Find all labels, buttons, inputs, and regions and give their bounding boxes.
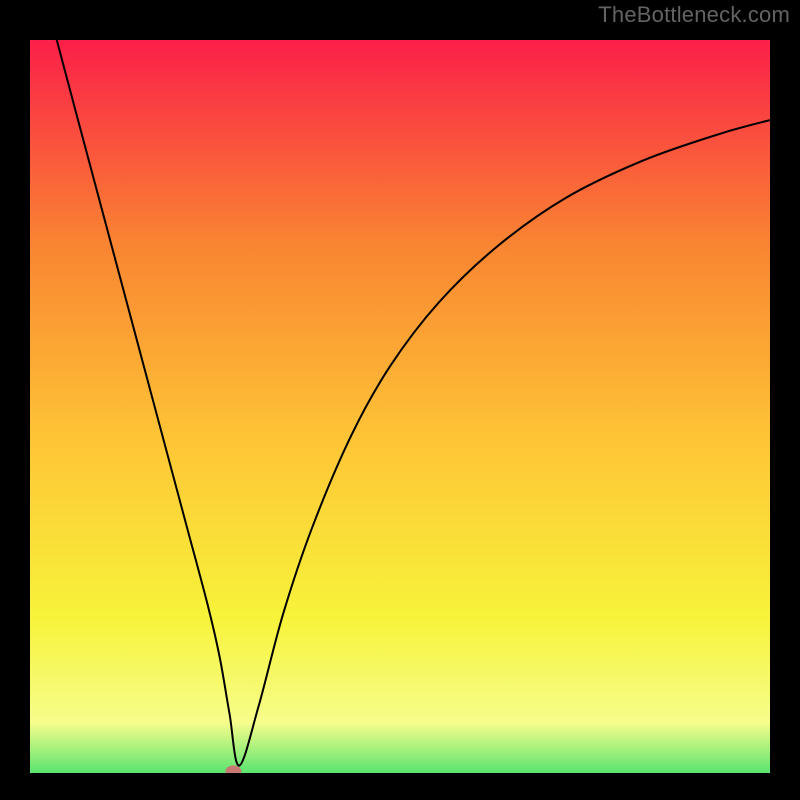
gradient-background — [20, 30, 780, 783]
watermark-text: TheBottleneck.com — [598, 2, 790, 28]
chart-stage: TheBottleneck.com — [0, 0, 800, 800]
plot-svg — [0, 0, 800, 800]
